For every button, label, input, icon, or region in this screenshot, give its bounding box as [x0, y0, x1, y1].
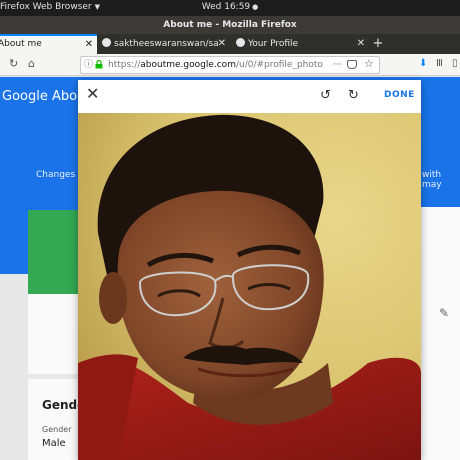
- tab-bar: About me ✕ saktheeswaranswan/saktheeswar…: [0, 34, 460, 54]
- home-icon[interactable]: ⌂: [28, 57, 35, 70]
- bookmark-star-icon[interactable]: ☆: [364, 57, 374, 72]
- system-clock[interactable]: Wed 16:59 ●: [202, 2, 259, 12]
- rotate-left-icon[interactable]: ↺: [320, 88, 331, 103]
- url-bar[interactable]: ⓘ https://aboutme.google.com/u/0/#profil…: [80, 56, 380, 74]
- close-dialog-icon[interactable]: ✕: [86, 86, 99, 102]
- pocket-icon[interactable]: [347, 60, 357, 69]
- navigation-toolbar: ↻ ⌂ ⓘ https://aboutme.google.com/u/0/#pr…: [0, 54, 460, 76]
- rotate-right-icon[interactable]: ↻: [348, 88, 359, 103]
- tab-label: saktheeswaranswan/saktheeswaranswan: [114, 39, 219, 49]
- page-actions-button[interactable]: ···: [333, 57, 342, 73]
- sidebar-icon[interactable]: ▯: [452, 58, 458, 69]
- tab-github-repo[interactable]: saktheeswaranswan/saktheeswaranswan ✕: [98, 34, 230, 54]
- close-tab-icon[interactable]: ✕: [357, 34, 365, 54]
- app-menu-label: Firefox Web Browser: [0, 2, 92, 12]
- tab-label: Your Profile: [248, 39, 299, 49]
- lock-icon: [95, 60, 103, 69]
- app-menu[interactable]: Firefox Web Browser ▼: [0, 2, 100, 12]
- edit-pencil-icon[interactable]: ✎: [439, 306, 449, 320]
- gender-value: Male: [42, 438, 66, 449]
- close-tab-icon[interactable]: ✕: [218, 34, 226, 54]
- done-button[interactable]: DONE: [384, 90, 415, 100]
- profile-cover-card: [28, 210, 82, 294]
- tab-about-me[interactable]: About me ✕: [0, 34, 97, 54]
- close-tab-icon[interactable]: ✕: [85, 36, 93, 53]
- profile-photo-crop-area[interactable]: [78, 113, 421, 460]
- profile-photo: [78, 113, 421, 460]
- github-icon: [102, 38, 111, 47]
- reload-icon[interactable]: ↻: [9, 57, 18, 70]
- window-title: About me - Mozilla Firefox: [0, 16, 460, 34]
- github-icon: [236, 38, 245, 47]
- gender-card[interactable]: Gender Gender Male: [28, 379, 91, 460]
- gender-card-right: [420, 379, 460, 460]
- downloads-icon[interactable]: ⬇: [419, 58, 427, 69]
- tab-your-profile[interactable]: Your Profile ✕: [232, 34, 369, 54]
- dialog-header: ✕ ↺ ↻ DONE: [78, 80, 421, 112]
- caret-down-icon: ▼: [94, 3, 100, 11]
- profile-card: [28, 294, 82, 374]
- gender-label: Gender: [42, 425, 72, 434]
- changes-text: Changes: [36, 170, 76, 180]
- new-tab-button[interactable]: +: [371, 34, 385, 54]
- library-icon[interactable]: Ⅲ: [436, 58, 443, 69]
- info-icon[interactable]: ⓘ: [84, 57, 93, 73]
- profile-photo-dialog: ✕ ↺ ↻ DONE: [78, 80, 421, 460]
- system-top-bar: Firefox Web Browser ▼ Wed 16:59 ●: [0, 0, 460, 16]
- url-text: https://aboutme.google.com/u/0/#profile_…: [108, 60, 323, 70]
- profile-card-right: [420, 207, 460, 382]
- clock-label: Wed 16:59: [201, 2, 251, 12]
- notification-dot-icon: ●: [252, 3, 259, 11]
- tab-label: About me: [0, 39, 42, 49]
- visibility-text: with may: [422, 170, 442, 190]
